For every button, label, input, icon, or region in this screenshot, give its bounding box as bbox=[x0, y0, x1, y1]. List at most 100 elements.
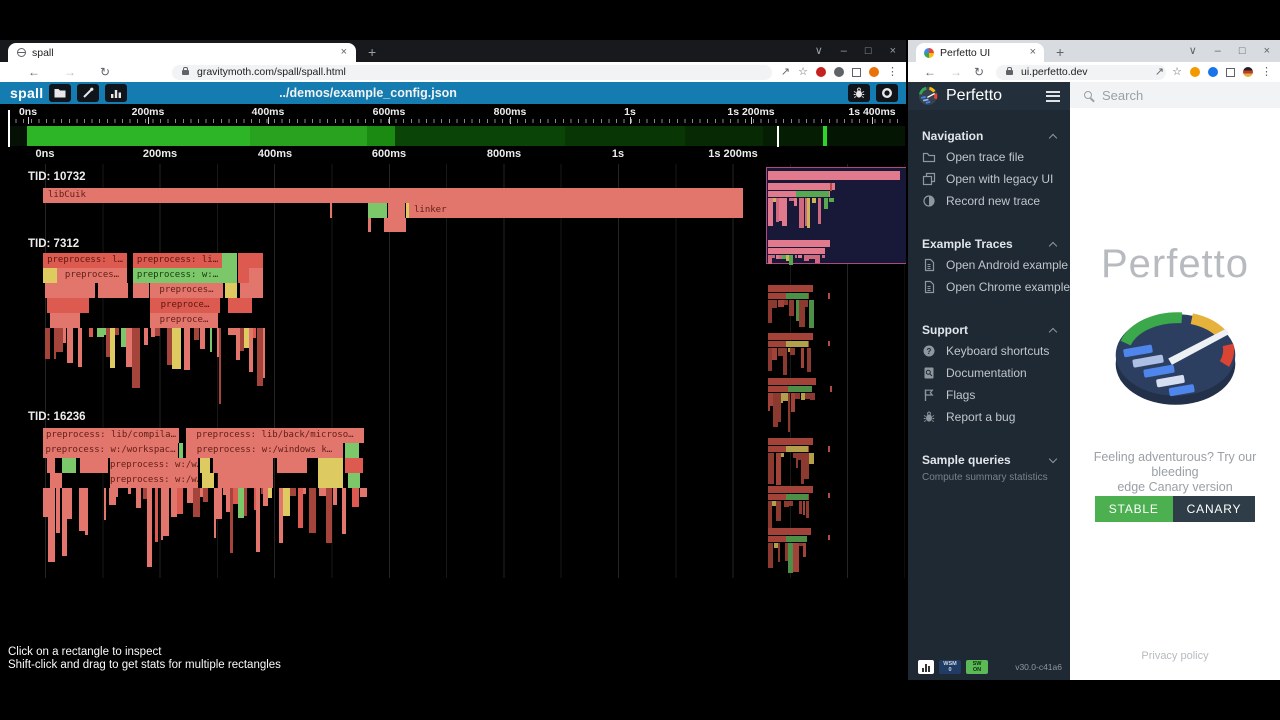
flame-bar[interactable] bbox=[228, 328, 236, 335]
flame-bar[interactable] bbox=[63, 328, 66, 343]
flame-bar[interactable] bbox=[144, 328, 149, 345]
flame-bar[interactable] bbox=[345, 458, 363, 473]
flame-bar[interactable] bbox=[116, 488, 118, 497]
extension-dark-icon[interactable] bbox=[834, 67, 844, 77]
flame-bar[interactable] bbox=[45, 328, 50, 359]
flame-bar[interactable]: preprocess: lib/compila… bbox=[43, 428, 179, 443]
flame-thumb[interactable] bbox=[786, 293, 808, 299]
flame-bar[interactable] bbox=[216, 488, 222, 519]
new-tab-button[interactable]: + bbox=[368, 44, 376, 60]
flame-thumb[interactable] bbox=[789, 300, 794, 316]
flame-thumb[interactable] bbox=[772, 300, 777, 308]
flame-bar[interactable] bbox=[45, 283, 95, 298]
flame-bar[interactable] bbox=[298, 488, 303, 528]
flame-bar[interactable] bbox=[345, 443, 359, 458]
flame-bar[interactable] bbox=[48, 488, 55, 562]
flame-bar[interactable] bbox=[50, 313, 80, 328]
close-button[interactable]: × bbox=[890, 45, 896, 57]
share-icon[interactable]: ↗ bbox=[781, 67, 790, 78]
flame-thumb[interactable] bbox=[798, 255, 803, 258]
sidebar-item-keyboard-shortcuts[interactable]: ?Keyboard shortcuts bbox=[908, 340, 1070, 362]
flame-thumb[interactable] bbox=[782, 198, 788, 226]
flame-bar[interactable] bbox=[268, 488, 273, 498]
flame-bar[interactable]: libCuik bbox=[43, 188, 743, 203]
flame-thumb[interactable] bbox=[798, 453, 801, 460]
flame-bar[interactable] bbox=[342, 488, 346, 534]
flame-bar[interactable] bbox=[43, 268, 57, 283]
flame-bar[interactable]: preprocess: w:/w… bbox=[110, 473, 198, 488]
flame-thumb[interactable] bbox=[772, 255, 776, 258]
flame-thumb[interactable] bbox=[809, 453, 813, 464]
record-circle-button[interactable] bbox=[876, 84, 898, 102]
flame-thumb[interactable] bbox=[790, 348, 794, 355]
flame-thumb[interactable] bbox=[786, 536, 807, 542]
flame-bar[interactable] bbox=[213, 458, 273, 473]
privacy-policy-link[interactable]: Privacy policy bbox=[1070, 650, 1280, 662]
close-button[interactable]: × bbox=[1264, 45, 1270, 57]
flame-thumb[interactable] bbox=[768, 543, 773, 568]
flame-thumb[interactable] bbox=[768, 285, 813, 292]
left-address-bar[interactable]: gravitymoth.com/spall/spall.html bbox=[172, 65, 772, 80]
flame-bar[interactable] bbox=[309, 488, 316, 533]
flame-bar[interactable] bbox=[368, 218, 371, 232]
tab-close-icon[interactable]: × bbox=[341, 47, 347, 58]
flame-bar[interactable] bbox=[238, 253, 263, 268]
flame-bar[interactable]: linker bbox=[409, 203, 743, 218]
maximize-button[interactable]: □ bbox=[1239, 45, 1246, 57]
tab-close-icon[interactable]: × bbox=[1030, 47, 1036, 58]
minimize-to-tray-icon[interactable]: ∨ bbox=[1189, 44, 1197, 57]
flame-bar[interactable] bbox=[155, 488, 158, 542]
metrics-badge[interactable] bbox=[918, 660, 934, 674]
flame-thumb[interactable] bbox=[807, 198, 811, 228]
flame-bar[interactable] bbox=[193, 488, 200, 517]
menu-kebab-icon[interactable]: ⋮ bbox=[1261, 67, 1272, 78]
flame-thumb[interactable] bbox=[768, 183, 835, 190]
back-button[interactable]: ← bbox=[924, 65, 936, 79]
flame-bar[interactable] bbox=[222, 253, 237, 283]
flame-bar[interactable] bbox=[78, 328, 82, 367]
flame-bar[interactable] bbox=[177, 488, 183, 514]
sidebar-section-header[interactable]: Navigation bbox=[908, 126, 1070, 146]
flame-thumb[interactable] bbox=[824, 198, 828, 209]
left-browser-tab[interactable]: spall × bbox=[8, 43, 356, 62]
sidebar-section-header[interactable]: Sample queries bbox=[908, 450, 1070, 470]
flame-bar[interactable] bbox=[67, 328, 73, 363]
sidebar-item-documentation[interactable]: Documentation bbox=[908, 362, 1070, 384]
flame-thumb[interactable] bbox=[809, 300, 815, 328]
flame-bar[interactable] bbox=[178, 328, 181, 369]
bug-button[interactable] bbox=[848, 84, 870, 102]
flame-thumb[interactable] bbox=[812, 198, 816, 203]
flame-bar[interactable]: preprocess: lib/back/microso… bbox=[186, 428, 364, 443]
flame-bar[interactable] bbox=[384, 218, 406, 232]
flame-thumb[interactable] bbox=[803, 543, 806, 557]
search-bar[interactable]: Search bbox=[1070, 82, 1280, 108]
flame-bar[interactable] bbox=[80, 458, 108, 473]
flame-thumb[interactable] bbox=[768, 486, 813, 493]
minimize-button[interactable]: – bbox=[1215, 45, 1221, 57]
flame-bar[interactable] bbox=[249, 268, 263, 283]
sidebar-item-open-with-legacy-ui[interactable]: Open with legacy UI bbox=[908, 168, 1070, 190]
flame-thumb[interactable] bbox=[768, 171, 900, 180]
flame-thumb[interactable] bbox=[796, 191, 829, 197]
bookmark-star-icon[interactable]: ☆ bbox=[1172, 67, 1182, 78]
flame-thumb[interactable] bbox=[768, 248, 825, 254]
flame-bar[interactable] bbox=[283, 488, 291, 516]
flame-bar[interactable] bbox=[67, 488, 72, 519]
flame-bar[interactable] bbox=[319, 488, 326, 496]
flame-thumb[interactable] bbox=[807, 348, 811, 372]
flame-bar[interactable] bbox=[56, 328, 63, 352]
minimap[interactable] bbox=[8, 126, 905, 146]
flame-thumb[interactable] bbox=[776, 453, 780, 485]
share-icon[interactable]: ↗ bbox=[1155, 67, 1164, 78]
flame-thumb[interactable] bbox=[784, 300, 788, 305]
sidebar-item-open-chrome-example[interactable]: Open Chrome example bbox=[908, 276, 1070, 298]
flame-thumb[interactable] bbox=[788, 386, 812, 392]
flame-thumb[interactable] bbox=[786, 494, 808, 500]
reload-button[interactable]: ↻ bbox=[974, 65, 984, 79]
flame-bar[interactable] bbox=[200, 328, 205, 349]
flame-bar[interactable] bbox=[253, 328, 256, 338]
sidebar-item-open-trace-file[interactable]: Open trace file bbox=[908, 146, 1070, 168]
flame-thumb[interactable] bbox=[768, 198, 773, 226]
flame-bar[interactable] bbox=[56, 488, 60, 533]
sidebar-item-open-android-example[interactable]: Open Android example bbox=[908, 254, 1070, 276]
